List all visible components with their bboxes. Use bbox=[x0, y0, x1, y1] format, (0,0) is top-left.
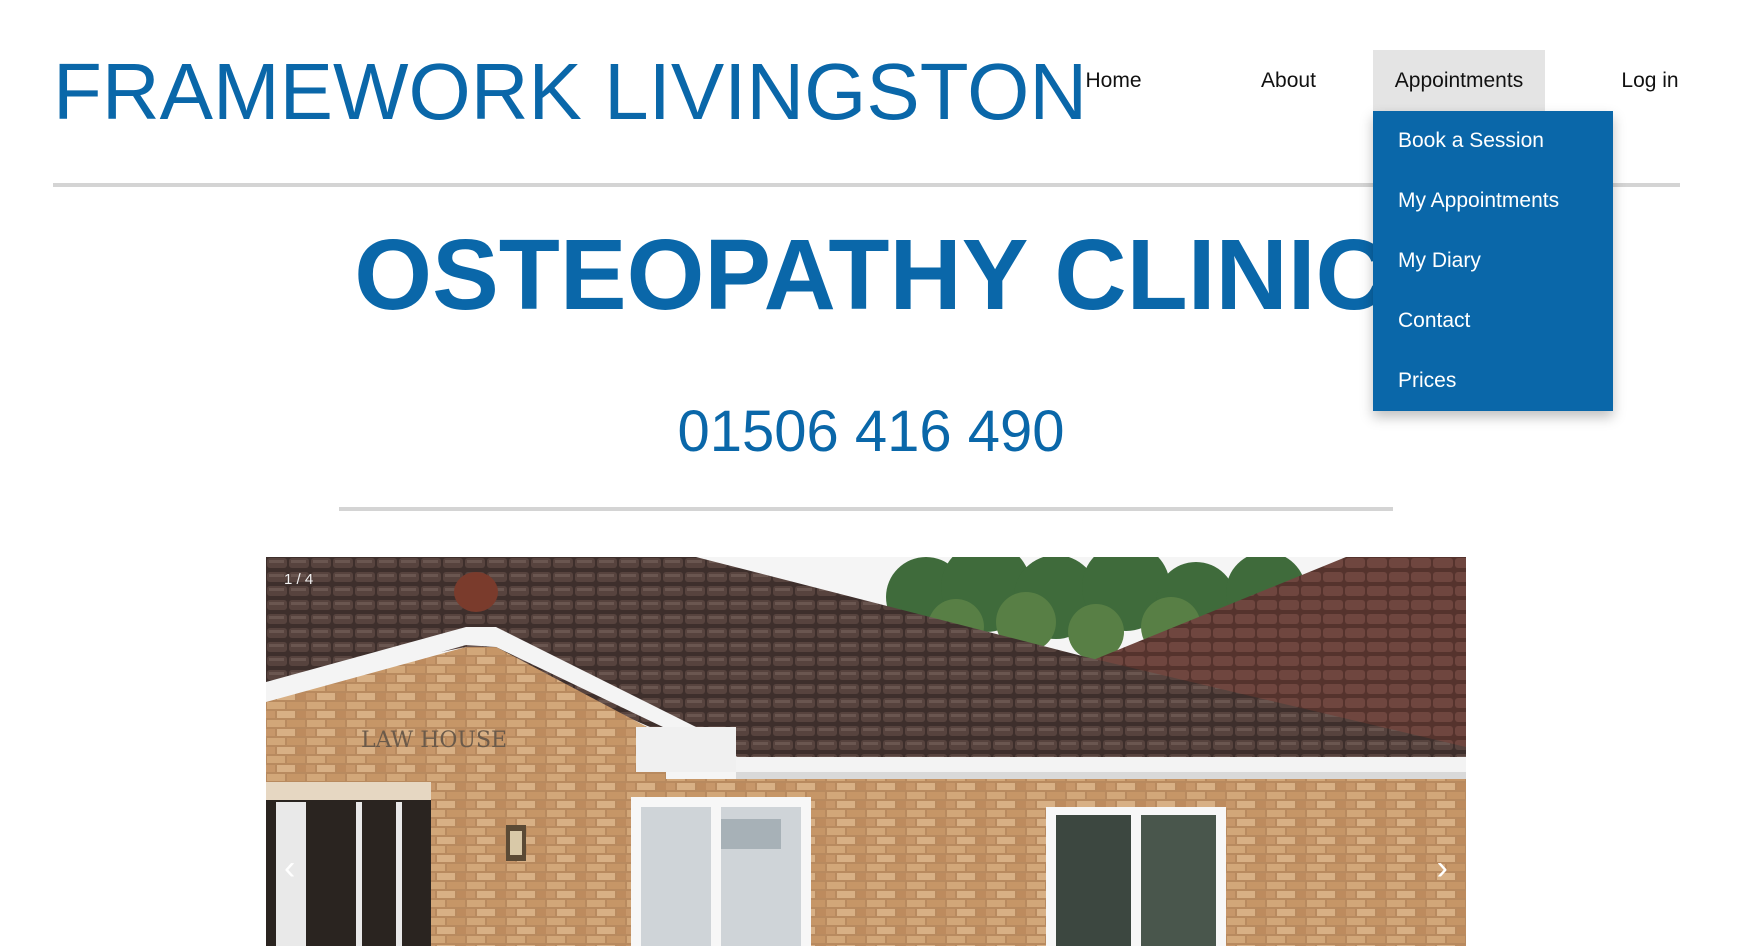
dropdown-book-session[interactable]: Book a Session bbox=[1373, 111, 1613, 171]
slide-next-icon[interactable]: › bbox=[1427, 847, 1458, 889]
svg-text:LAW HOUSE: LAW HOUSE bbox=[361, 728, 507, 753]
appointments-dropdown: Book a Session My Appointments My Diary … bbox=[1373, 111, 1613, 411]
nav-login[interactable]: Log in bbox=[1565, 50, 1735, 111]
image-slideshow: 1 / 4 LAW HOUSE ‹ › bbox=[266, 557, 1466, 946]
page: FRAMEWORK LIVINGSTON Home About Appointm… bbox=[0, 0, 1742, 946]
nav-about[interactable]: About bbox=[1210, 50, 1367, 111]
dropdown-my-diary[interactable]: My Diary bbox=[1373, 231, 1613, 291]
dropdown-prices[interactable]: Prices bbox=[1373, 351, 1613, 411]
dropdown-contact[interactable]: Contact bbox=[1373, 291, 1613, 351]
slide-prev-icon[interactable]: ‹ bbox=[274, 847, 305, 889]
slide-counter: 1 / 4 bbox=[284, 571, 314, 588]
nav-appointments[interactable]: Appointments bbox=[1373, 50, 1545, 111]
dropdown-my-appointments[interactable]: My Appointments bbox=[1373, 171, 1613, 231]
content-divider bbox=[339, 507, 1393, 511]
nav-home[interactable]: Home bbox=[1035, 50, 1192, 111]
slide-photo: LAW HOUSE bbox=[266, 557, 1466, 946]
site-title[interactable]: FRAMEWORK LIVINGSTON bbox=[53, 52, 1087, 132]
